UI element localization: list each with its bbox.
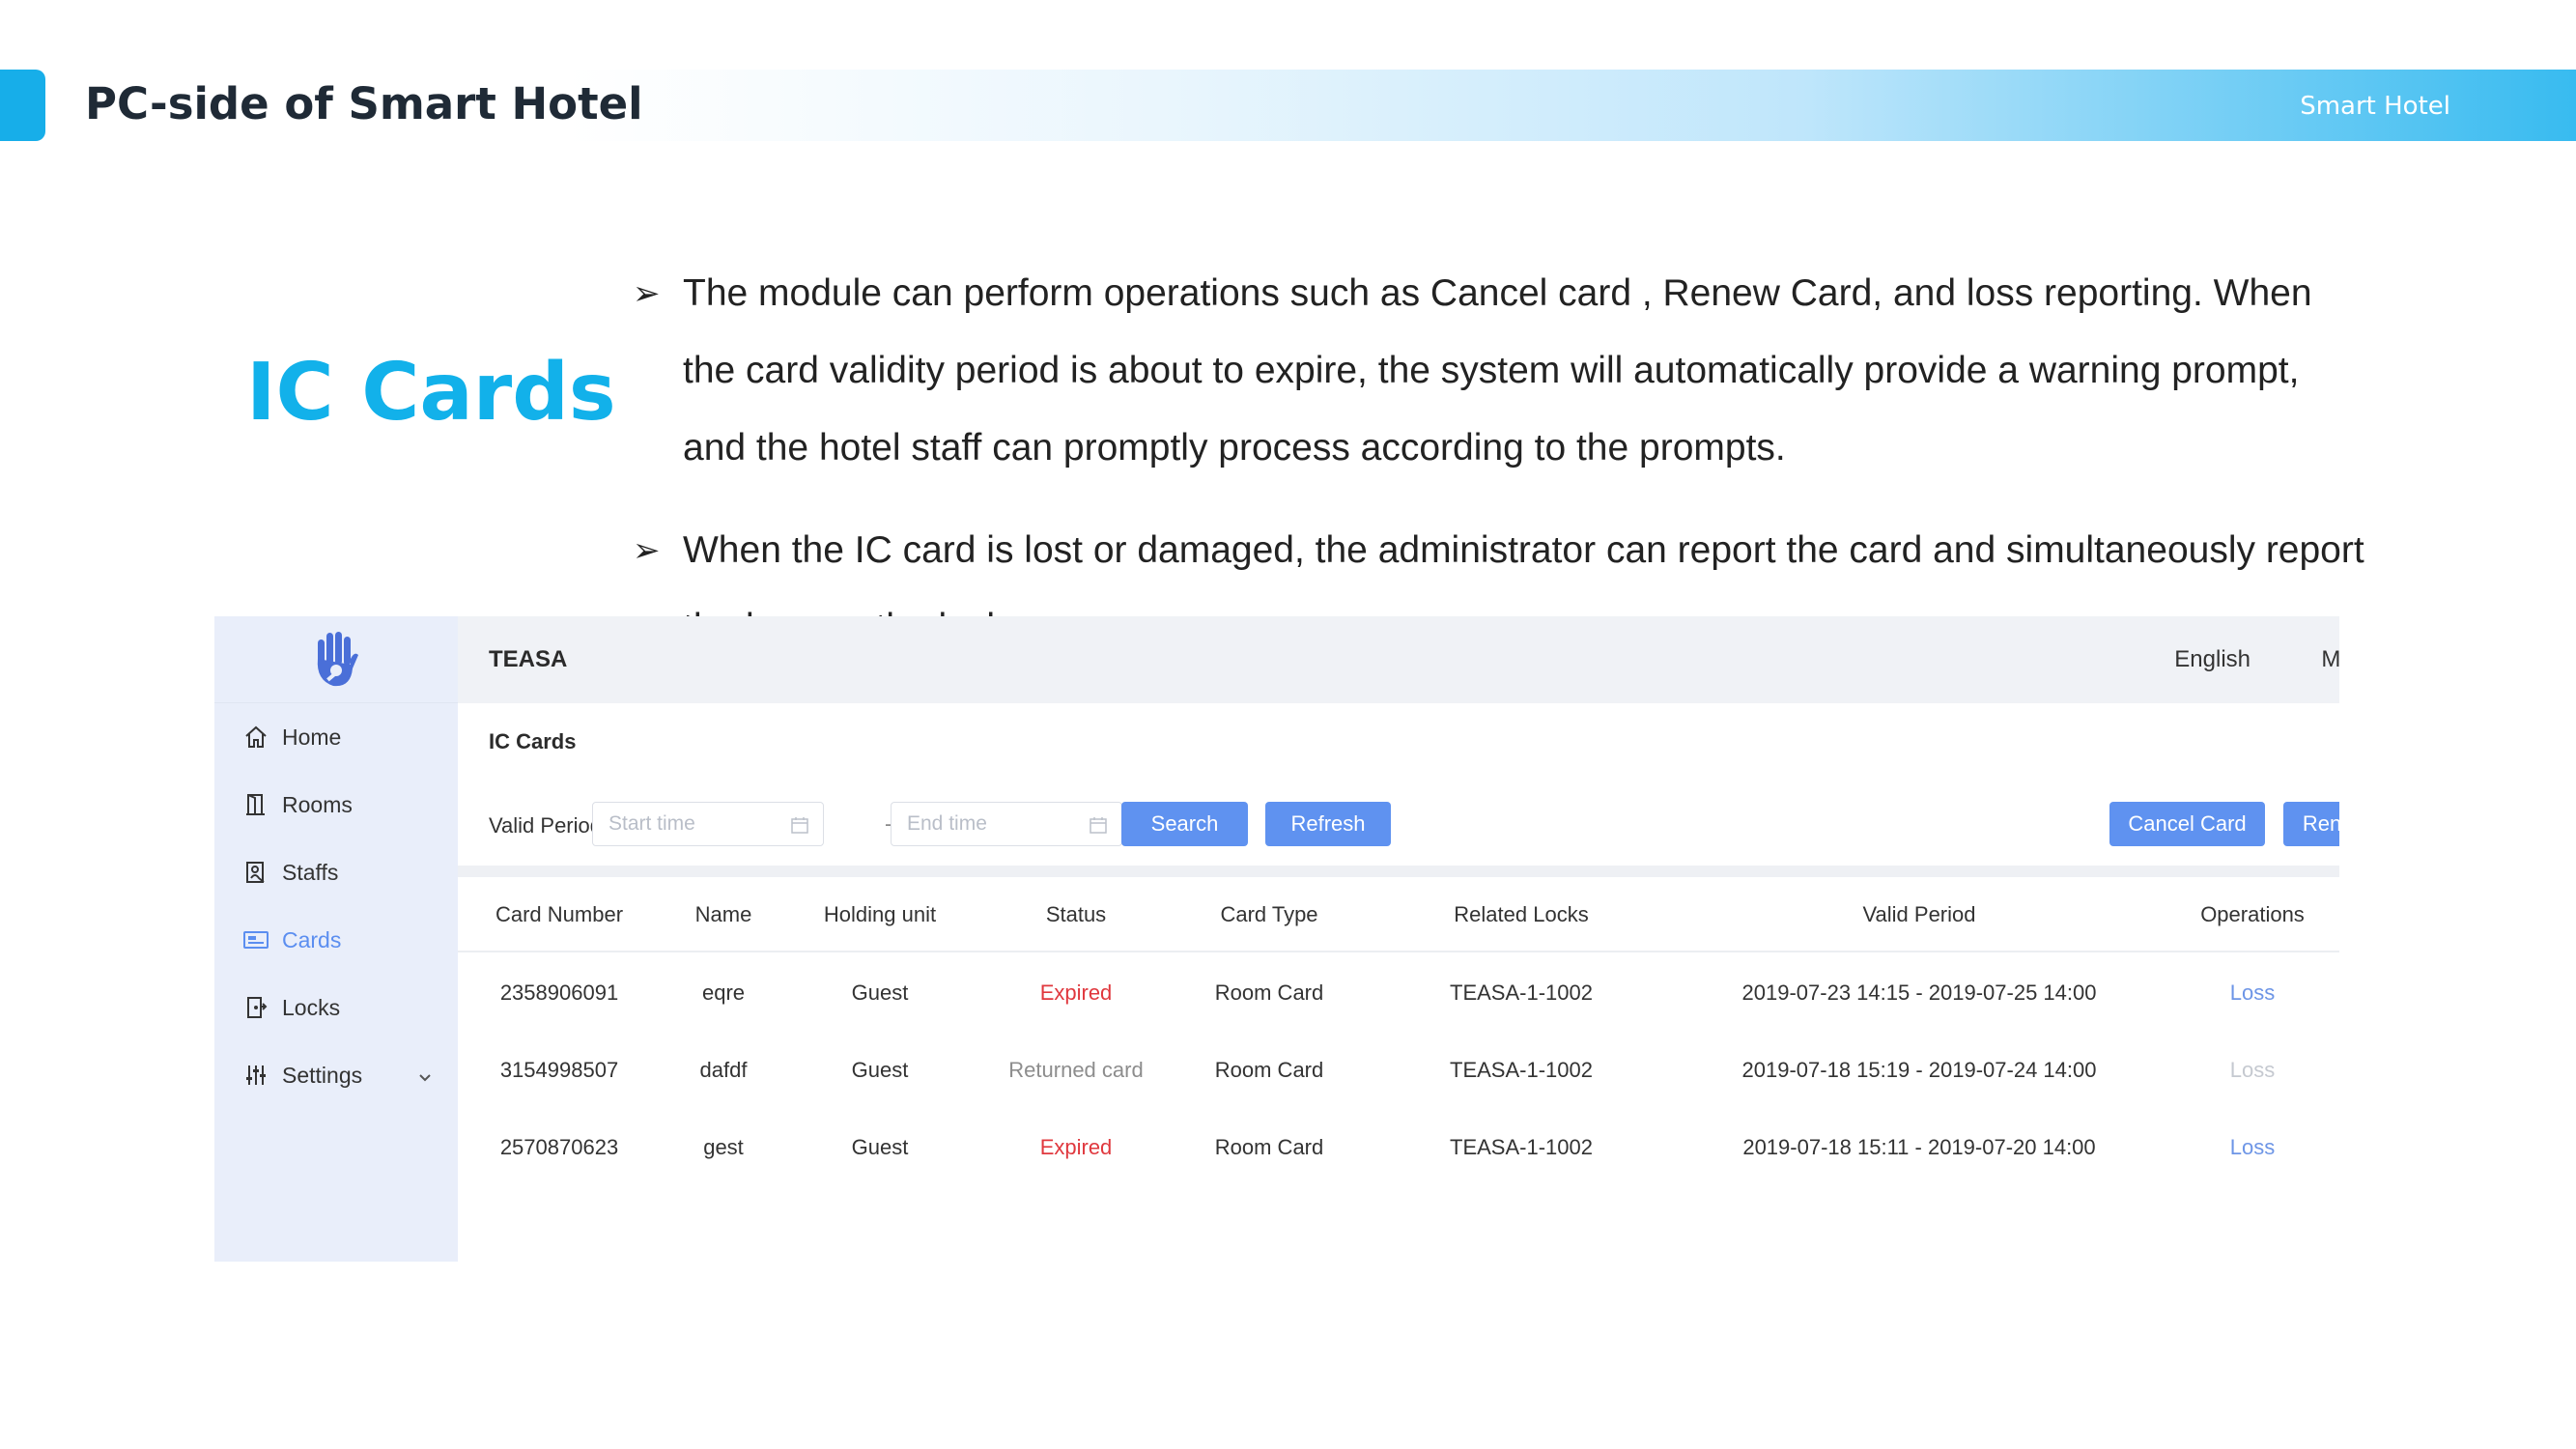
home-icon (241, 723, 270, 752)
cell-card-type: Room Card (1214, 1135, 1324, 1159)
sliders-icon (241, 1061, 270, 1090)
column-header-operations: Operations (2200, 902, 2305, 926)
cell-status: Expired (1039, 1135, 1113, 1159)
app-logo[interactable] (214, 616, 458, 703)
sidebar-item-label: Locks (282, 994, 341, 1020)
valid-period-label: Valid Period: (489, 813, 609, 838)
sidebar-item-label: Cards (282, 926, 342, 952)
column-header-valid-period[interactable]: Valid Period (1863, 877, 1976, 952)
cell-card-number: 2358906091 (499, 980, 619, 1005)
cell-card-type: Room Card (1214, 1058, 1324, 1082)
bullet-text: When the IC card is lost or damaged, the… (683, 529, 2364, 617)
bullet-item: ➢ The module can perform operations such… (633, 255, 2371, 487)
section-divider (458, 866, 2339, 877)
app-window: Home Rooms Staffs Cards Locks Settings T… (214, 616, 2339, 1262)
sidebar-item-home[interactable]: Home (214, 703, 458, 771)
column-header-status[interactable]: Status (1046, 877, 1106, 952)
table-row[interactable]: 3154998507 dafdf Guest Returned card Roo… (458, 1032, 2339, 1109)
cell-valid-period: 2019-07-23 14:15 - 2019-07-25 14:00 (1741, 980, 2097, 1005)
bullet-text: The module can perform operations such a… (683, 272, 2312, 469)
cell-name: dafdf (699, 1058, 748, 1082)
cell-name: gest (703, 1135, 744, 1159)
cell-holding-unit: Guest (851, 1058, 909, 1082)
column-header-name[interactable]: Name (695, 877, 752, 952)
filter-panel: IC Cards Valid Period: Start time - End … (458, 703, 2339, 866)
start-time-input[interactable]: Start time (592, 802, 824, 846)
bullet-arrow-icon: ➢ (633, 532, 661, 569)
slide-title: PC-side of Smart Hotel (85, 78, 643, 129)
cell-related-locks: TEASA-1-1002 (1450, 1135, 1593, 1159)
table-row[interactable]: 2358906091 eqre Guest Expired Room Card … (458, 954, 2339, 1032)
cell-status: Returned card (1008, 1058, 1144, 1082)
calendar-icon (1089, 815, 1108, 839)
staff-badge-icon (241, 858, 270, 887)
sidebar-item-settings[interactable]: Settings (214, 1041, 458, 1109)
app-brand: TEASA (489, 646, 568, 672)
cell-status: Expired (1039, 980, 1113, 1005)
end-time-input[interactable]: End time (891, 802, 1122, 846)
cell-related-locks: TEASA-1-1002 (1450, 980, 1593, 1005)
bullet-list: ➢ The module can perform operations such… (633, 255, 2371, 617)
loss-link[interactable]: Loss (2230, 954, 2275, 1032)
hand-logo-icon (317, 631, 358, 686)
door-icon (241, 790, 270, 819)
lock-icon (241, 993, 270, 1022)
card-icon (241, 925, 270, 954)
sidebar-item-label: Staffs (282, 859, 339, 885)
column-header-related-locks[interactable]: Related Locks (1454, 877, 1588, 952)
cell-card-type: Room Card (1214, 980, 1324, 1005)
cell-holding-unit: Guest (851, 980, 909, 1005)
header-accent-tab (0, 70, 45, 141)
table-header: Card Number Name Holding unit Status Car… (458, 877, 2339, 952)
sidebar: Home Rooms Staffs Cards Locks Settings (214, 616, 458, 1262)
cell-related-locks: TEASA-1-1002 (1450, 1058, 1593, 1082)
sidebar-item-staffs[interactable]: Staffs (214, 838, 458, 906)
sidebar-item-label: Rooms (282, 791, 353, 817)
search-button[interactable]: Search (1121, 802, 1248, 846)
loss-link-disabled: Loss (2229, 1058, 2276, 1082)
cell-valid-period: 2019-07-18 15:11 - 2019-07-20 14:00 (1742, 1135, 2096, 1159)
language-selector[interactable]: English (2174, 616, 2250, 703)
sidebar-item-locks[interactable]: Locks (214, 974, 458, 1041)
renew-card-button[interactable]: Renew Card (2283, 802, 2339, 846)
loss-link[interactable]: Loss (2230, 1109, 2275, 1186)
slide-tag: Smart Hotel (2300, 92, 2450, 121)
sidebar-item-cards[interactable]: Cards (214, 906, 458, 974)
user-menu[interactable]: MRLIU (2321, 616, 2339, 703)
calendar-icon (790, 815, 809, 839)
end-time-placeholder: End time (907, 812, 987, 835)
section-heading: IC Cards (246, 347, 616, 439)
refresh-button[interactable]: Refresh (1265, 802, 1391, 846)
sidebar-item-label: Settings (282, 1062, 363, 1088)
app-topbar: TEASA English MRLIU (458, 616, 2339, 703)
column-header-holding-unit[interactable]: Holding unit (824, 877, 936, 952)
column-header-card-number[interactable]: Card Number (495, 877, 623, 952)
cell-valid-period: 2019-07-18 15:19 - 2019-07-24 14:00 (1741, 1058, 2097, 1082)
cell-card-number: 3154998507 (499, 1058, 619, 1082)
chevron-down-icon[interactable] (417, 1065, 433, 1091)
start-time-placeholder: Start time (609, 812, 695, 835)
page-title: IC Cards (489, 729, 577, 753)
column-header-card-type[interactable]: Card Type (1220, 877, 1317, 952)
cell-holding-unit: Guest (851, 1135, 909, 1159)
bullet-arrow-icon: ➢ (633, 275, 661, 312)
sidebar-item-label: Home (282, 724, 342, 750)
cell-card-number: 2570870623 (499, 1135, 619, 1159)
cancel-card-button[interactable]: Cancel Card (2109, 802, 2265, 846)
sidebar-item-rooms[interactable]: Rooms (214, 771, 458, 838)
cell-name: eqre (701, 980, 746, 1005)
table-row[interactable]: 2570870623 gest Guest Expired Room Card … (458, 1109, 2339, 1186)
ic-cards-table: Card Number Name Holding unit Status Car… (458, 877, 2339, 1262)
bullet-item: ➢ When the IC card is lost or damaged, t… (633, 512, 2371, 617)
